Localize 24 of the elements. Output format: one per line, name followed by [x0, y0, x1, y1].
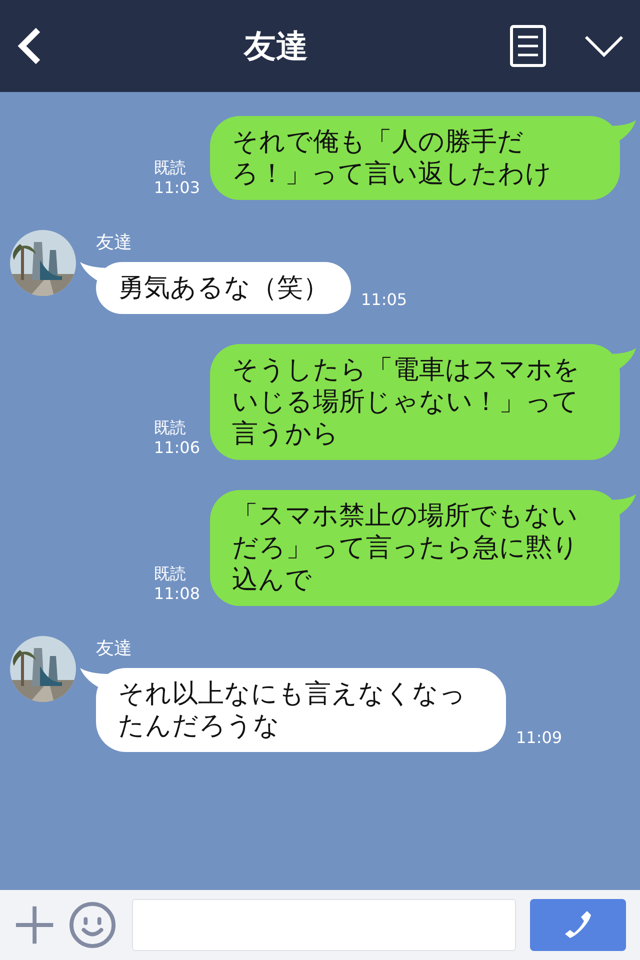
- read-receipt: 既読: [154, 418, 186, 438]
- call-button[interactable]: [530, 899, 626, 951]
- read-receipt: 既読: [154, 158, 186, 178]
- chat-bubble: そうしたら「電車はスマホをいじる場所じゃない！」って言うから: [210, 344, 620, 460]
- chat-bubble: それで俺も「人の勝手だろ！」って言い返したわけ: [210, 116, 620, 200]
- menu-icon[interactable]: [510, 25, 546, 67]
- timestamp: 11:09: [516, 728, 562, 748]
- chat-bubble: 勇気あるな（笑）: [96, 262, 351, 314]
- sender-name: 友達: [96, 232, 133, 254]
- plus-icon[interactable]: [14, 904, 56, 946]
- timestamp: 11:03: [154, 178, 200, 198]
- read-receipt: 既読: [154, 564, 186, 584]
- chat-bubble: それ以上なにも言えなくなったんだろうな: [96, 668, 506, 752]
- smiley-icon[interactable]: [69, 901, 116, 949]
- timestamp: 11:08: [154, 584, 200, 604]
- chevron-down-icon[interactable]: [584, 35, 624, 57]
- timestamp: 11:06: [154, 438, 200, 458]
- chat-title: 友達: [244, 26, 308, 67]
- message-input[interactable]: [132, 899, 516, 951]
- sender-name: 友達: [96, 638, 133, 660]
- chat-bubble: 「スマホ禁止の場所でもないだろ」って言ったら急に黙り込んで: [210, 490, 620, 606]
- back-icon[interactable]: [16, 26, 42, 66]
- timestamp: 11:05: [361, 290, 408, 310]
- bubble-tail: [80, 666, 110, 690]
